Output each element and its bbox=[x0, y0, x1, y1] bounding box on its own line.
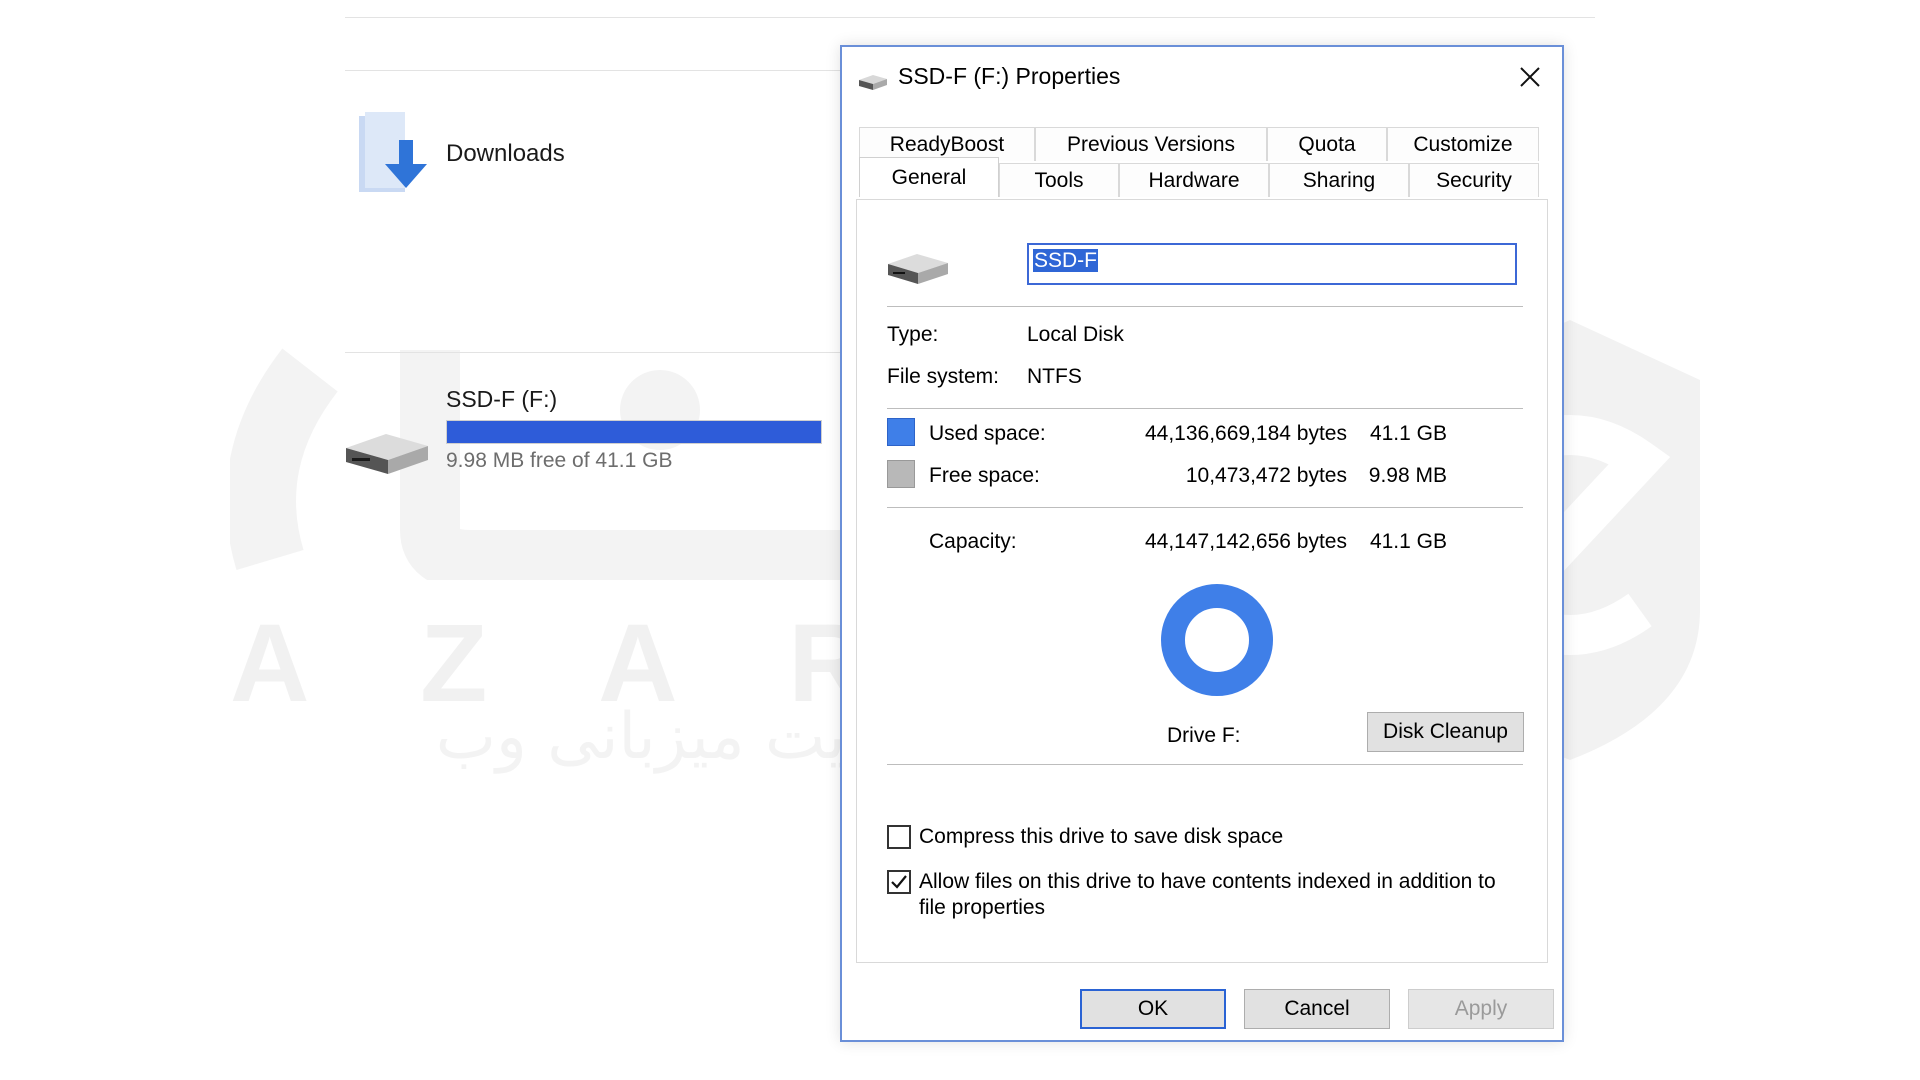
tabs-row-lower: General Tools Hardware Sharing Security bbox=[859, 157, 1539, 197]
compress-drive-checkbox[interactable] bbox=[887, 825, 911, 849]
free-space-label: Free space: bbox=[929, 464, 1040, 487]
tab-customize[interactable]: Customize bbox=[1387, 127, 1539, 161]
file-system-value: NTFS bbox=[1027, 365, 1082, 388]
index-files-label: Allow files on this drive to have conten… bbox=[919, 869, 1519, 921]
drive-caption: Drive F: bbox=[1167, 724, 1241, 747]
separator bbox=[887, 306, 1523, 307]
tab-sharing[interactable]: Sharing bbox=[1269, 163, 1409, 197]
separator bbox=[887, 507, 1523, 508]
drive-label-input[interactable]: SSD-F bbox=[1027, 243, 1517, 285]
ok-button[interactable]: OK bbox=[1080, 989, 1226, 1029]
used-space-swatch bbox=[887, 418, 915, 446]
index-files-label-line: Allow files on this drive to have conten… bbox=[919, 870, 1496, 893]
index-files-label-line: file properties bbox=[919, 896, 1046, 919]
downloads-folder-icon bbox=[359, 112, 427, 192]
dialog-title: SSD-F (F:) Properties bbox=[898, 63, 1121, 89]
drive-icon bbox=[859, 75, 887, 90]
close-button[interactable] bbox=[1508, 57, 1552, 97]
free-space-bytes: 10,473,472 bytes bbox=[1185, 464, 1347, 487]
general-tab-panel: SSD-F Type: Local Disk File system: NTFS… bbox=[856, 199, 1548, 963]
type-label: Type: bbox=[887, 323, 939, 346]
tab-quota[interactable]: Quota bbox=[1267, 127, 1387, 161]
drive-usage-bar bbox=[446, 420, 822, 444]
cancel-button[interactable]: Cancel bbox=[1244, 989, 1390, 1029]
file-system-label: File system: bbox=[887, 365, 1000, 388]
separator bbox=[887, 408, 1523, 409]
tabs-row-upper: ReadyBoost Previous Versions Quota Custo… bbox=[859, 127, 1539, 161]
capacity-size: 41.1 GB bbox=[1369, 530, 1447, 553]
close-icon bbox=[1520, 67, 1540, 87]
disk-usage-donut-chart bbox=[1161, 584, 1273, 696]
drive-icon bbox=[346, 434, 428, 474]
tab-tools[interactable]: Tools bbox=[999, 163, 1119, 197]
apply-button[interactable]: Apply bbox=[1408, 989, 1554, 1029]
explorer-divider bbox=[345, 17, 1595, 18]
tab-hardware[interactable]: Hardware bbox=[1119, 163, 1269, 197]
checkmark-icon bbox=[891, 875, 907, 889]
used-space-label: Used space: bbox=[929, 422, 1046, 445]
drive-usage-bar-fill bbox=[447, 421, 821, 443]
tab-general[interactable]: General bbox=[859, 157, 999, 197]
index-files-checkbox[interactable] bbox=[887, 870, 911, 894]
drive-label-selected-text: SSD-F bbox=[1033, 249, 1098, 272]
tab-previous-versions[interactable]: Previous Versions bbox=[1035, 127, 1267, 161]
capacity-label: Capacity: bbox=[929, 530, 1017, 553]
explorer-divider bbox=[345, 352, 845, 353]
drive-name-label[interactable]: SSD-F (F:) bbox=[446, 386, 557, 413]
separator bbox=[887, 764, 1523, 765]
used-space-bytes: 44,136,669,184 bytes bbox=[1144, 422, 1347, 445]
free-space-swatch bbox=[887, 460, 915, 488]
type-value: Local Disk bbox=[1027, 323, 1124, 346]
explorer-divider bbox=[345, 70, 845, 71]
downloads-label[interactable]: Downloads bbox=[446, 140, 565, 168]
properties-dialog: SSD-F (F:) Properties ReadyBoost Previou… bbox=[840, 45, 1564, 1042]
disk-cleanup-button[interactable]: Disk Cleanup bbox=[1367, 712, 1524, 752]
tab-readyboost[interactable]: ReadyBoost bbox=[859, 127, 1035, 161]
free-space-size: 9.98 MB bbox=[1368, 464, 1447, 487]
capacity-bytes: 44,147,142,656 bytes bbox=[1144, 530, 1347, 553]
compress-drive-label: Compress this drive to save disk space bbox=[919, 825, 1284, 848]
used-space-size: 41.1 GB bbox=[1369, 422, 1447, 445]
drive-free-text: 9.98 MB free of 41.1 GB bbox=[446, 449, 673, 472]
tab-security[interactable]: Security bbox=[1409, 163, 1539, 197]
drive-icon bbox=[888, 254, 948, 284]
